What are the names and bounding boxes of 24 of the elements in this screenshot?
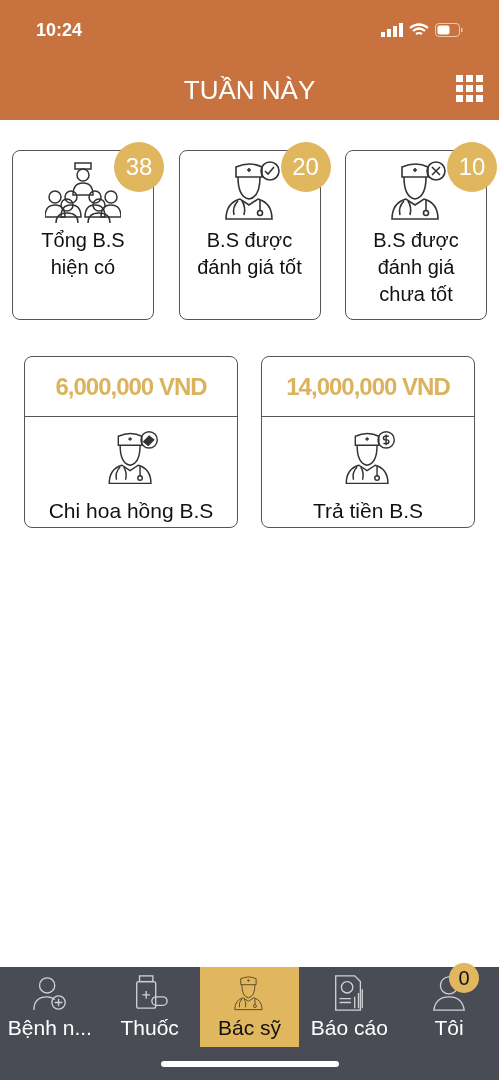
signal-icon bbox=[381, 23, 403, 37]
card-label: B.S được đánh giá chưa tốt bbox=[372, 228, 460, 307]
battery-icon bbox=[435, 23, 463, 37]
tab-item[interactable]: Thuốc bbox=[99, 967, 200, 1047]
card-label: Tổng B.S hiện có bbox=[40, 228, 126, 280]
doctor-group-icon bbox=[45, 159, 121, 223]
money-card[interactable]: 6,000,000 VND Chi hoa hồng B.S bbox=[24, 356, 238, 528]
card-label: Chi hoa hồng B.S bbox=[48, 498, 214, 524]
notification-badge: 0 bbox=[449, 963, 479, 993]
wifi-icon bbox=[409, 23, 429, 37]
tab-item[interactable]: Báo cáo bbox=[299, 967, 400, 1047]
page-title: TUẦN NÀY bbox=[183, 73, 316, 107]
money-card[interactable]: 14,000,000 VND Trả tiền B.S bbox=[261, 356, 475, 528]
tab-item[interactable]: Bác sỹ bbox=[199, 967, 300, 1047]
count-badge: 20 bbox=[280, 142, 331, 192]
count-badge: 38 bbox=[114, 142, 164, 192]
grid-menu-icon[interactable] bbox=[456, 75, 484, 103]
card-label: B.S được đánh giá tốt bbox=[196, 228, 303, 280]
tab-item[interactable]: Bệnh n... bbox=[0, 967, 100, 1047]
count-badge: 10 bbox=[447, 142, 497, 192]
card-label: Trả tiền B.S bbox=[312, 498, 424, 524]
amount-text: 14,000,000 VND bbox=[286, 371, 450, 402]
amount-text: 6,000,000 VND bbox=[55, 371, 207, 402]
status-time: 10:24 bbox=[36, 18, 83, 42]
